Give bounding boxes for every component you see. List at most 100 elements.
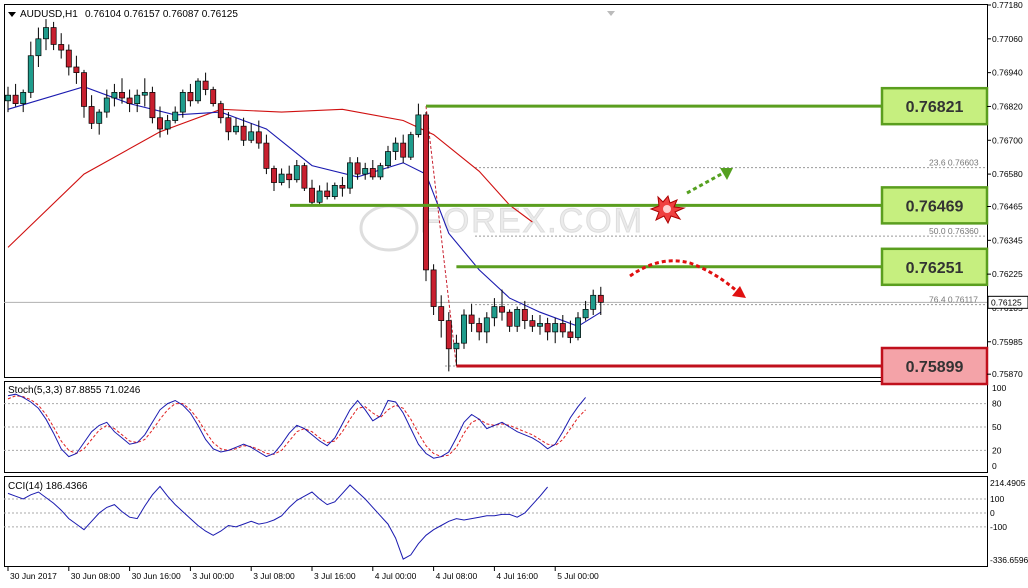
candle-body: [271, 168, 277, 183]
candle-body: [225, 117, 232, 133]
candle-body: [377, 165, 384, 178]
candle-body: [385, 151, 391, 166]
candle-body: [483, 317, 490, 333]
y-tick-label: 0.77180: [992, 0, 1023, 10]
candle-body: [96, 111, 103, 124]
cci-tick-label: 0: [990, 508, 995, 518]
candle-body: [567, 331, 574, 338]
candle-body: [476, 323, 483, 333]
candle-body: [263, 142, 270, 169]
candle-body: [331, 185, 338, 197]
candle-body: [461, 314, 467, 344]
x-tick-label: 30 Jun 2017: [10, 571, 57, 581]
cci-tick-label: 214.4905: [990, 478, 1026, 488]
candle-body: [354, 162, 361, 175]
candle-body: [575, 317, 581, 338]
y-tick-label: 0.76465: [992, 202, 1023, 212]
candle-body: [468, 314, 475, 324]
candle-body: [392, 142, 399, 152]
candle-body: [362, 168, 369, 175]
candle-body: [255, 131, 262, 144]
symbol-label: AUDUSD,H1: [20, 9, 78, 20]
x-tick-label: 30 Jun 08:00: [71, 571, 120, 581]
candle-body: [195, 80, 201, 102]
candle-body: [491, 306, 498, 319]
candle-body: [430, 269, 437, 307]
level-value: 0.75899: [906, 359, 964, 376]
candle-body: [438, 306, 445, 321]
candle-body: [324, 190, 331, 197]
candle-body: [179, 92, 186, 113]
cci-panel: [4, 476, 988, 567]
candle-body: [149, 92, 156, 119]
candle-body: [233, 125, 239, 133]
candle-body: [369, 168, 376, 178]
y-tick-label: 0.75985: [992, 337, 1023, 347]
candle-body: [240, 125, 247, 141]
ohlc-readout: 0.76104 0.76157 0.76087 0.76125: [85, 9, 238, 20]
x-tick-label: 4 Jul 16:00: [496, 571, 538, 581]
x-tick-label: 3 Jul 08:00: [253, 571, 295, 581]
candle-body: [590, 294, 597, 310]
x-tick-label: 3 Jul 00:00: [192, 571, 234, 581]
candle-body: [12, 94, 19, 104]
candle-body: [544, 323, 551, 333]
candle-body: [202, 80, 209, 90]
candle-body: [521, 309, 528, 321]
y-tick-label: 0.75870: [992, 369, 1023, 379]
y-tick-label: 0.77060: [992, 34, 1023, 44]
candle-body: [559, 323, 566, 333]
candle-body: [103, 97, 110, 113]
candle-body: [347, 162, 353, 189]
candle-body: [164, 120, 171, 130]
candle-body: [119, 92, 125, 99]
candle-body: [445, 320, 452, 350]
candle-body: [210, 89, 217, 104]
candle-body: [43, 27, 49, 40]
candle-body: [58, 44, 65, 51]
x-tick-label: 4 Jul 08:00: [436, 571, 478, 581]
candle-body: [88, 106, 95, 124]
candle-body: [81, 72, 87, 107]
candle-body: [537, 323, 543, 327]
level-value: 0.76821: [906, 99, 964, 116]
candle-body: [20, 92, 27, 104]
candle-body: [286, 173, 293, 181]
y-tick-label: 0.76580: [992, 169, 1023, 179]
level-value: 0.76469: [906, 198, 964, 215]
candle-body: [407, 134, 414, 158]
fib-label: 76.4 0.76117: [929, 295, 978, 305]
fib-label: 23.6 0.76603: [929, 158, 979, 168]
fib-label: 50.0 0.76360: [929, 226, 979, 236]
cci-tick-label: -100: [990, 522, 1007, 532]
y-tick-label: 0.76700: [992, 135, 1023, 145]
candle-body: [301, 165, 308, 189]
stoch-tick-label: 80: [992, 399, 1002, 409]
candle-body: [111, 92, 118, 99]
candle-body: [35, 38, 42, 57]
candle-body: [423, 114, 429, 271]
candle-body: [5, 94, 11, 102]
x-tick-label: 30 Jun 16:00: [132, 571, 181, 581]
stoch-tick-label: 0: [992, 461, 997, 471]
cci-caption: CCI(14) 186.4366: [8, 481, 88, 492]
candle-body: [126, 97, 133, 104]
cci-tick-label: 100: [990, 494, 1004, 504]
candle-body: [453, 342, 460, 350]
x-tick-label: 3 Jul 16:00: [314, 571, 356, 581]
candle-body: [248, 131, 255, 141]
candle-body: [339, 185, 346, 189]
current-price-label: 0.76125: [991, 297, 1022, 307]
chart-canvas: FOREX.COM 23.6 0.7660350.0 0.7636076.4 0…: [4, 0, 1028, 581]
candle-body: [73, 66, 80, 73]
candle-body: [157, 117, 163, 130]
candle-body: [134, 94, 141, 104]
level-value: 0.76251: [906, 260, 964, 277]
y-tick-label: 0.76225: [992, 269, 1023, 279]
candle-body: [293, 165, 300, 181]
candle-body: [187, 92, 194, 102]
candle-body: [27, 55, 34, 93]
candle-body: [597, 294, 604, 303]
x-tick-label: 4 Jul 00:00: [375, 571, 417, 581]
candle-body: [582, 309, 589, 319]
